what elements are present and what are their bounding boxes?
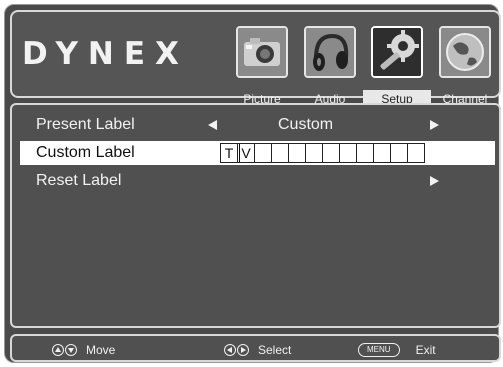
present-label-label: Present Label — [36, 116, 135, 133]
globe-icon — [439, 26, 491, 78]
custom-label-input[interactable]: T V — [220, 143, 425, 163]
reset-label-label: Reset Label — [36, 172, 122, 189]
char-box[interactable] — [254, 143, 272, 163]
hint-exit: MENU Exit — [358, 343, 436, 357]
char-box[interactable]: T — [220, 143, 238, 163]
text-cursor — [239, 144, 240, 162]
char-box[interactable] — [390, 143, 408, 163]
char-box[interactable] — [305, 143, 323, 163]
reset-label-row[interactable]: Reset Label — [20, 169, 495, 193]
button-hints-bar: Move Select MENU Exit — [10, 334, 501, 362]
hint-move-label: Move — [86, 343, 116, 357]
tab-audio[interactable]: Audio — [302, 26, 358, 110]
custom-label-row[interactable]: Custom Label T V — [20, 141, 495, 165]
down-button-icon — [65, 344, 77, 356]
camera-icon — [236, 26, 288, 78]
custom-label-label: Custom Label — [36, 144, 135, 161]
tab-setup[interactable]: Setup — [363, 26, 431, 110]
char-box[interactable] — [407, 143, 425, 163]
arrow-left-icon[interactable] — [208, 120, 217, 130]
hint-move: Move — [52, 343, 115, 357]
left-button-icon — [224, 344, 236, 356]
char-box[interactable] — [271, 143, 289, 163]
present-label-value: Custom — [278, 116, 334, 133]
char-box[interactable] — [373, 143, 391, 163]
menu-header: DYNEX Picture Audio Setup Channel — [10, 10, 501, 108]
char-box[interactable] — [322, 143, 340, 163]
hint-exit-label: Exit — [415, 343, 436, 357]
tab-picture[interactable]: Picture — [234, 26, 290, 110]
dynex-logo: DYNEX — [22, 36, 189, 72]
hint-select: Select — [224, 343, 291, 357]
up-button-icon — [52, 344, 64, 356]
arrow-right-icon[interactable] — [430, 120, 439, 130]
arrow-right-icon[interactable] — [430, 176, 439, 186]
char-box[interactable] — [288, 143, 306, 163]
char-box[interactable] — [339, 143, 357, 163]
menu-button-icon: MENU — [358, 343, 400, 357]
setup-panel: Present Label Custom Custom Label T V Re… — [10, 103, 501, 328]
tab-channel[interactable]: Channel — [437, 26, 493, 110]
hint-select-label: Select — [258, 343, 292, 357]
right-button-icon — [237, 344, 249, 356]
present-label-row[interactable]: Present Label Custom — [20, 113, 495, 137]
headphones-icon — [304, 26, 356, 78]
gear-icon — [371, 26, 423, 78]
char-box[interactable] — [356, 143, 374, 163]
